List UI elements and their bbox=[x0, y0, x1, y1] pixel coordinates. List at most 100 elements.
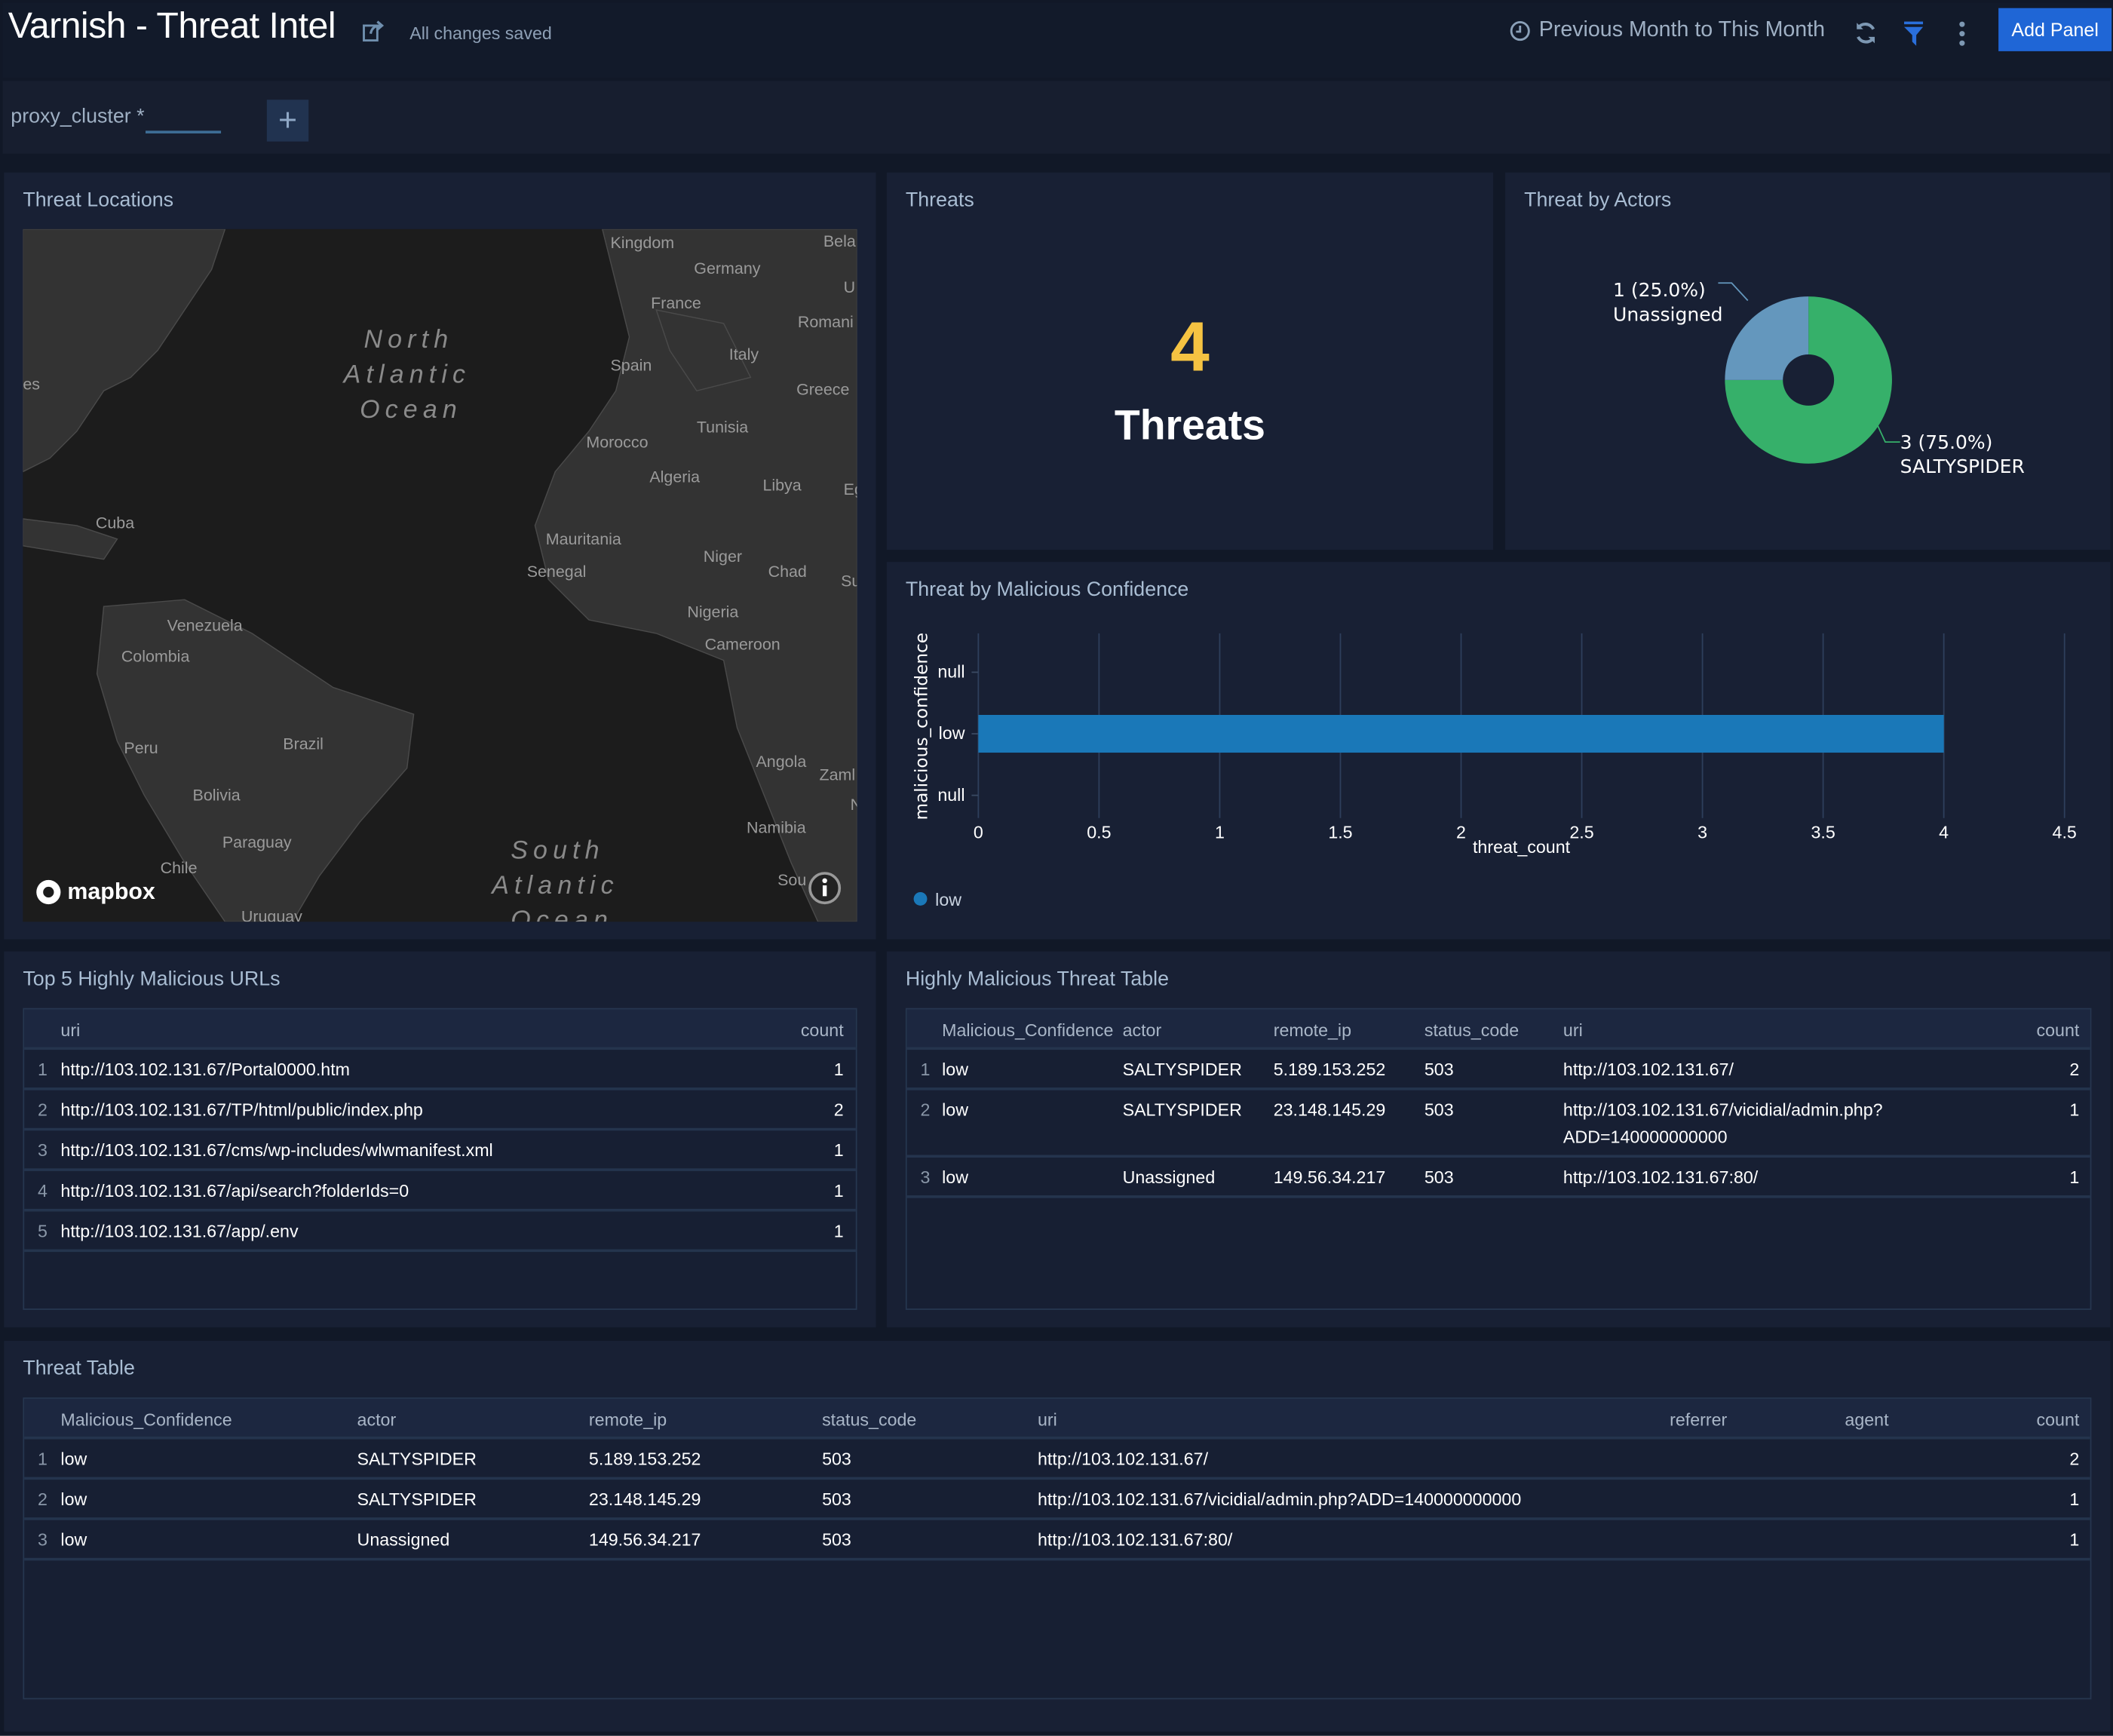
row-index: 1 bbox=[920, 1059, 931, 1080]
more-vertical-icon[interactable] bbox=[1957, 20, 1967, 48]
map-canvas[interactable]: Kingdom Germany Bela France U Romani Spain Ital… bbox=[23, 229, 857, 922]
bar-low[interactable] bbox=[978, 715, 1944, 753]
column-header-uri[interactable]: uri bbox=[1038, 1409, 1057, 1430]
y-tick-label: low bbox=[939, 723, 965, 743]
cell: 1 bbox=[833, 1059, 844, 1080]
column-header-malicious_confidence[interactable]: Malicious_Confidence bbox=[942, 1020, 1113, 1041]
cell: 149.56.34.217 bbox=[588, 1529, 701, 1550]
column-header-remote_ip[interactable]: remote_ip bbox=[1274, 1020, 1351, 1041]
table-row[interactable]: 1 low SALTYSPIDER 5.189.153.252 503 http://10… bbox=[24, 1440, 2090, 1480]
mapbox-icon bbox=[36, 879, 61, 905]
map-label: es bbox=[23, 375, 40, 393]
x-tick-label: 3.5 bbox=[1811, 823, 1835, 842]
ocean-label: South Atlantic Ocean bbox=[490, 836, 618, 922]
table-row[interactable]: 1 http://103.102.131.67/Portal0000.htm 1 bbox=[24, 1050, 856, 1090]
table-row[interactable]: 1 low SALTYSPIDER 5.189.153.252 503 http://10… bbox=[906, 1050, 2090, 1090]
column-header-referrer[interactable]: referrer bbox=[1670, 1409, 1727, 1430]
column-header-uri[interactable]: uri bbox=[60, 1020, 80, 1041]
map[interactable]: Kingdom Germany Bela France U Romani Spain Ital… bbox=[23, 229, 857, 922]
dashboard-title[interactable]: Varnish - Threat Intel bbox=[8, 5, 336, 47]
column-header-remote_ip[interactable]: remote_ip bbox=[589, 1409, 667, 1430]
table-row[interactable]: 2 low SALTYSPIDER 23.148.145.29 503 http://10… bbox=[24, 1480, 2090, 1520]
row-index: 4 bbox=[38, 1180, 48, 1201]
x-tick-label: 4 bbox=[1939, 823, 1949, 842]
refresh-icon[interactable] bbox=[1853, 20, 1878, 46]
threat-count-label: Threats bbox=[1114, 401, 1265, 449]
column-header-actor[interactable]: actor bbox=[357, 1409, 397, 1430]
pie-slice-unassigned[interactable] bbox=[1725, 296, 1809, 380]
column-header-agent[interactable]: agent bbox=[1845, 1409, 1888, 1430]
cell: SALTYSPIDER bbox=[357, 1449, 477, 1469]
filter-value[interactable]: * bbox=[136, 105, 144, 127]
cell: http://103.102.131.67:80/ bbox=[1037, 1529, 1233, 1550]
row-index: 1 bbox=[38, 1449, 48, 1469]
cell: http://103.102.131.67/TP/html/public/ind… bbox=[60, 1100, 423, 1120]
panel-highly-malicious-table: Highly Malicious Threat Table Malicious_… bbox=[886, 951, 2111, 1328]
table-row[interactable]: 4 http://103.102.131.67/api/search?folder… bbox=[24, 1171, 856, 1212]
dashboard: Varnish - Threat Intel All changes saved… bbox=[0, 0, 2113, 1736]
column-header-uri[interactable]: uri bbox=[1563, 1020, 1583, 1041]
map-label: Zaml bbox=[819, 766, 855, 784]
column-header-count[interactable]: count bbox=[2036, 1409, 2079, 1430]
table-row[interactable]: 3 low Unassigned 149.56.34.217 503 http://103… bbox=[906, 1158, 2090, 1198]
x-tick-label: 0.5 bbox=[1087, 823, 1111, 842]
legend-marker[interactable] bbox=[913, 891, 928, 906]
legend-label[interactable]: low bbox=[935, 890, 961, 909]
cell: http://103.102.131.67/Portal0000.htm bbox=[60, 1059, 351, 1080]
y-tick-label: null bbox=[937, 785, 964, 805]
cell: low bbox=[942, 1059, 968, 1080]
map-label: Chad bbox=[768, 563, 807, 581]
column-header-count[interactable]: count bbox=[801, 1020, 844, 1041]
table-header: Malicious_Confidence actor remote_ip status… bbox=[906, 1009, 2090, 1050]
panel-top-urls: Top 5 Highly Malicious URLs uri count 1 htt… bbox=[4, 951, 876, 1328]
panel-title: Top 5 Highly Malicious URLs bbox=[23, 968, 281, 991]
table-row[interactable]: 3 low Unassigned 149.56.34.217 503 http://103… bbox=[24, 1520, 2090, 1561]
row-index: 2 bbox=[38, 1489, 48, 1510]
row-index: 1 bbox=[38, 1059, 48, 1080]
table-row[interactable]: 5 http://103.102.131.67/app/.env 1 bbox=[24, 1212, 856, 1253]
column-header-status_code[interactable]: status_code bbox=[1425, 1020, 1519, 1041]
table-row[interactable]: 2 low SALTYSPIDER 23.148.145.29 503 http://10… bbox=[906, 1090, 2090, 1158]
add-filter-button[interactable]: + bbox=[266, 100, 309, 142]
panel-threat-table: Threat Table Malicious_Confidence actor re… bbox=[4, 1341, 2111, 1732]
cell: low bbox=[942, 1100, 968, 1120]
map-label: Angola bbox=[756, 753, 807, 771]
row-index: 5 bbox=[38, 1221, 48, 1241]
column-header-count[interactable]: count bbox=[2036, 1020, 2079, 1041]
proxy-cluster-filter[interactable]: proxy_cluster * bbox=[11, 105, 144, 127]
cell: 503 bbox=[822, 1449, 851, 1469]
y-tick-label: null bbox=[937, 662, 964, 682]
column-header-malicious_confidence[interactable]: Malicious_Confidence bbox=[60, 1409, 232, 1430]
filter-bar bbox=[2, 81, 2111, 154]
cell: 1 bbox=[833, 1139, 844, 1161]
threat-count-value: 4 bbox=[1170, 308, 1210, 387]
map-label: Colombia bbox=[121, 647, 190, 665]
cell: 1 bbox=[2069, 1489, 2080, 1510]
highly-malicious-table: Malicious_Confidence actor remote_ip status… bbox=[905, 1008, 2092, 1310]
cell: http://103.102.131.67/ bbox=[1037, 1449, 1209, 1469]
filter-icon[interactable] bbox=[1901, 20, 1925, 48]
cell: http://103.102.131.67/vicidial/admin.php… bbox=[1037, 1489, 1522, 1510]
map-label: Niger bbox=[704, 547, 742, 566]
cell: 1 bbox=[833, 1221, 844, 1241]
column-header-status_code[interactable]: status_code bbox=[822, 1409, 916, 1430]
x-tick-label: 3 bbox=[1697, 823, 1707, 842]
column-header-actor[interactable]: actor bbox=[1123, 1020, 1162, 1041]
map-label: Algeria bbox=[649, 468, 700, 486]
x-axis-title: threat_count bbox=[1473, 837, 1571, 857]
cell: 1 bbox=[2069, 1100, 2080, 1120]
map-label: Tunisia bbox=[697, 419, 748, 437]
map-label: Italy bbox=[729, 345, 759, 363]
cell: 503 bbox=[822, 1489, 851, 1510]
share-icon[interactable] bbox=[361, 19, 385, 43]
cell: SALTYSPIDER bbox=[1122, 1059, 1242, 1080]
row-index: 2 bbox=[920, 1100, 931, 1120]
add-panel-button[interactable]: Add Panel bbox=[1998, 8, 2112, 51]
panel-threats: Threats 4 Threats bbox=[886, 172, 1493, 551]
time-range-picker[interactable]: Previous Month to This Month bbox=[1509, 19, 1825, 43]
x-tick-label: 1.5 bbox=[1328, 823, 1352, 842]
info-icon[interactable] bbox=[807, 870, 842, 905]
table-row[interactable]: 3 http://103.102.131.67/cms/wp-includes/w… bbox=[24, 1130, 856, 1171]
table-row[interactable]: 2 http://103.102.131.67/TP/html/public/in… bbox=[24, 1090, 856, 1131]
map-label: Eg bbox=[844, 480, 857, 498]
